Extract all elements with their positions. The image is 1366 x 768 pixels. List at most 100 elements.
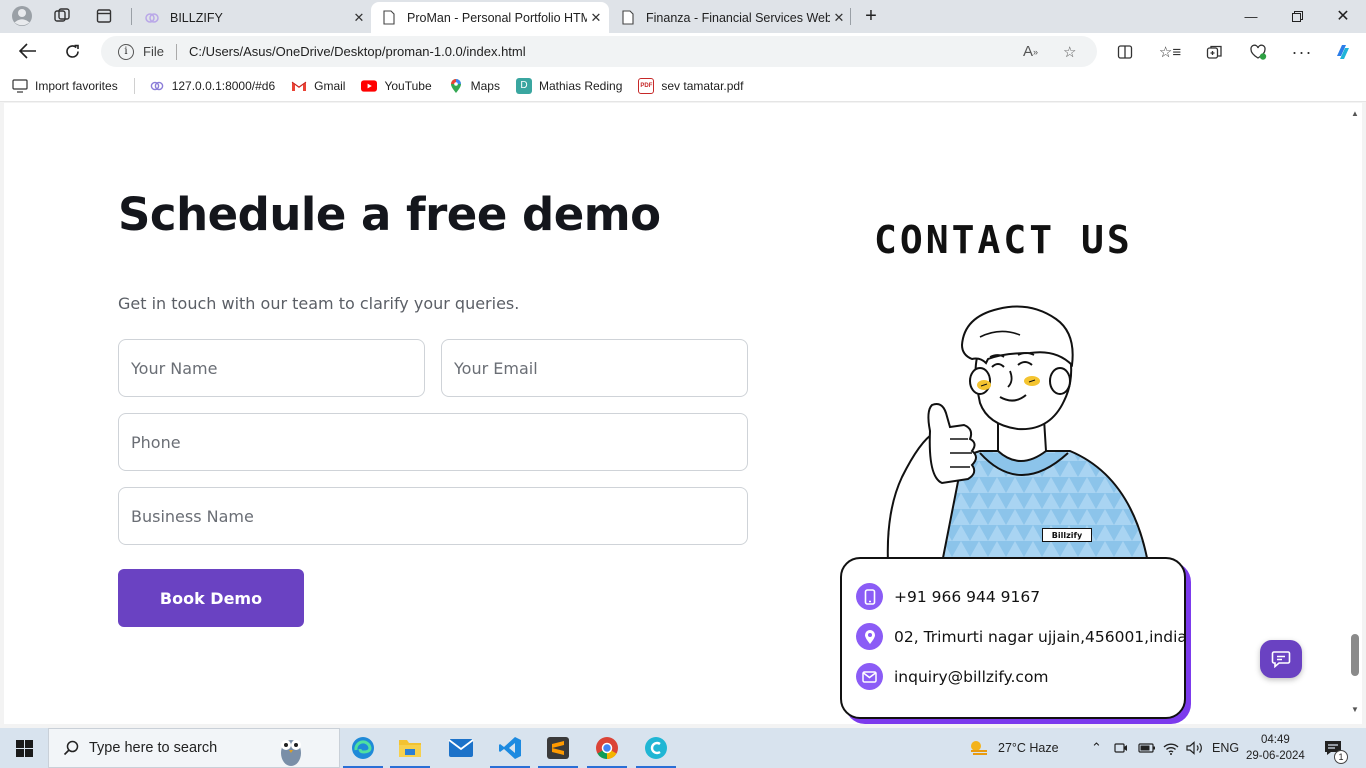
page-favicon (381, 10, 397, 26)
favorites-icon[interactable]: ☆≡ (1158, 40, 1182, 64)
taskbar-sublime[interactable] (535, 728, 581, 768)
tab-finanza[interactable]: Finanza - Financial Services Web ✕ (614, 2, 848, 33)
business-name-input[interactable] (131, 488, 747, 544)
tray-meet-icon[interactable] (1114, 728, 1128, 768)
location-pin-icon (856, 623, 883, 650)
taskbar-edge[interactable] (340, 728, 386, 768)
contact-phone-row: +91 966 944 9167 (856, 583, 1040, 610)
favorites-divider (133, 77, 135, 94)
tab-actions-icon[interactable] (92, 5, 116, 27)
tab-billzify[interactable]: BILLZIFY ✕ (138, 2, 368, 33)
read-aloud-icon[interactable]: A» (1023, 36, 1038, 67)
favorites-bar: Import favorites 127.0.0.1:8000/#d6 Gmai… (0, 70, 1366, 102)
search-icon (63, 740, 79, 756)
contact-address: 02, Trimurti nagar ujjain,456001,india (894, 627, 1187, 646)
taskbar-canva[interactable] (633, 728, 679, 768)
tab-strip: BILLZIFY ✕ ProMan - Personal Portfolio H… (0, 0, 1366, 33)
name-field[interactable] (118, 339, 425, 397)
contact-phone[interactable]: +91 966 944 9167 (894, 588, 1040, 606)
split-screen-icon[interactable] (1113, 40, 1137, 64)
business-field[interactable] (118, 487, 748, 545)
volume-icon[interactable] (1186, 728, 1203, 768)
start-button[interactable] (0, 728, 48, 768)
site-info-icon[interactable]: i (118, 43, 134, 60)
import-icon (12, 78, 28, 94)
scroll-down-arrow[interactable]: ▼ (1351, 705, 1359, 714)
page-favicon (620, 10, 636, 26)
page-title: Schedule a free demo (118, 188, 661, 241)
refresh-button[interactable] (59, 39, 85, 63)
workspaces-icon[interactable] (50, 5, 74, 27)
vscode-icon (499, 737, 521, 759)
clock[interactable]: 04:49 29-06-2024 (1246, 728, 1305, 768)
collections-icon[interactable] (1202, 40, 1226, 64)
windows-icon (15, 739, 33, 757)
search-placeholder: Type here to search (89, 740, 218, 756)
contact-email[interactable]: inquiry@billzify.com (894, 668, 1049, 686)
taskbar-search[interactable]: Type here to search (48, 728, 340, 768)
page-scrollbar[interactable]: ▲ ▼ (1348, 103, 1362, 724)
browser-essentials-icon[interactable] (1246, 40, 1270, 64)
favorite-item[interactable]: D Mathias Reding (515, 77, 622, 94)
canva-icon (645, 737, 667, 759)
mail-icon (856, 663, 883, 690)
new-tab-button[interactable]: + (859, 5, 883, 27)
notification-center-button[interactable]: 1 (1324, 728, 1348, 768)
close-tab-icon[interactable]: ✕ (587, 9, 605, 27)
back-button[interactable] (15, 39, 41, 63)
favorite-item[interactable]: Maps (448, 78, 500, 94)
chat-button[interactable] (1260, 640, 1302, 678)
contact-heading: CONTACT US (874, 218, 1133, 262)
wifi-icon[interactable] (1163, 728, 1179, 768)
show-hidden-icons[interactable]: ⌃ (1091, 728, 1102, 768)
taskbar-mail[interactable] (438, 728, 484, 768)
favorite-item[interactable]: Import favorites (12, 78, 118, 94)
language-indicator[interactable]: ENG (1212, 728, 1239, 768)
name-input[interactable] (131, 340, 424, 396)
billzify-favicon (144, 10, 160, 26)
contact-address-row: 02, Trimurti nagar ujjain,456001,india (856, 623, 1187, 650)
favorite-item[interactable]: Gmail (291, 78, 345, 94)
youtube-icon (361, 78, 378, 94)
close-window-button[interactable]: ✕ (1320, 0, 1366, 32)
owl-highlight-icon (281, 740, 301, 766)
email-field[interactable] (441, 339, 748, 397)
address-bar[interactable]: i File C:/Users/Asus/OneDrive/Desktop/pr… (101, 36, 1097, 67)
favorite-item[interactable]: YouTube (361, 78, 432, 94)
tab-title: Finanza - Financial Services Web (646, 10, 830, 25)
settings-menu-icon[interactable]: ··· (1290, 40, 1314, 64)
favorite-item[interactable]: PDF sev tamatar.pdf (638, 77, 743, 94)
maps-icon (448, 78, 464, 94)
url-text[interactable]: C:/Users/Asus/OneDrive/Desktop/proman-1.… (189, 44, 526, 59)
book-demo-button[interactable]: Book Demo (118, 569, 304, 627)
favorite-item[interactable]: 127.0.0.1:8000/#d6 (149, 78, 275, 94)
profile-icon[interactable] (10, 5, 34, 27)
close-tab-icon[interactable]: ✕ (350, 9, 368, 27)
phone-input[interactable] (131, 414, 747, 470)
local-site-icon (149, 78, 165, 94)
taskbar-chrome[interactable] (584, 728, 630, 768)
restore-button[interactable] (1274, 0, 1320, 32)
site-icon: D (515, 77, 532, 94)
favorite-star-icon[interactable]: ☆ (1063, 36, 1076, 67)
chrome-icon (596, 737, 618, 759)
battery-icon[interactable] (1138, 728, 1156, 768)
address-divider (175, 43, 177, 60)
phone-field[interactable] (118, 413, 748, 471)
page-viewport: Schedule a free demo Get in touch with o… (4, 103, 1348, 724)
close-tab-icon[interactable]: ✕ (830, 9, 848, 27)
tab-proman[interactable]: ProMan - Personal Portfolio HTM ✕ (371, 2, 609, 33)
email-input[interactable] (454, 340, 747, 396)
minimize-button[interactable]: — (1228, 0, 1274, 32)
weather-widget[interactable]: 27°C Haze (968, 728, 1059, 768)
tab-divider (131, 8, 132, 25)
scroll-thumb[interactable] (1351, 634, 1359, 676)
scroll-up-arrow[interactable]: ▲ (1351, 109, 1359, 118)
taskbar-vscode[interactable] (487, 728, 533, 768)
phone-icon (856, 583, 883, 610)
edge-icon (352, 737, 374, 759)
chat-icon (1271, 651, 1291, 668)
folder-icon (399, 740, 421, 757)
taskbar-file-explorer[interactable] (387, 728, 433, 768)
copilot-icon[interactable] (1331, 40, 1355, 64)
